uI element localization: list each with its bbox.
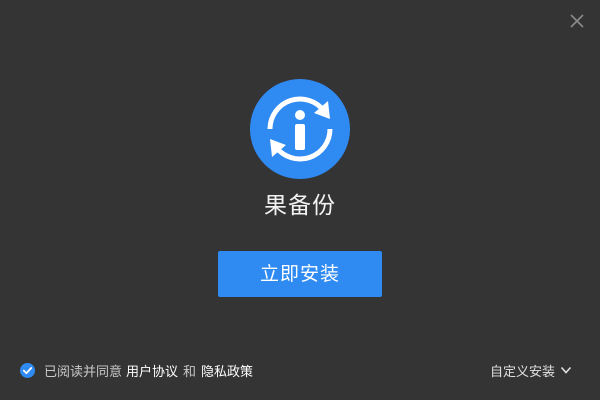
chevron-down-icon xyxy=(560,366,572,374)
close-button[interactable] xyxy=(568,12,586,30)
user-agreement-link[interactable]: 用户协议 xyxy=(126,361,178,380)
close-icon xyxy=(570,14,584,28)
checkmark-icon xyxy=(22,366,33,374)
custom-install-button[interactable]: 自定义安装 xyxy=(490,358,572,382)
custom-install-label: 自定义安装 xyxy=(489,364,555,380)
privacy-policy-link[interactable]: 隐私政策 xyxy=(201,361,253,380)
and-text: 和 xyxy=(183,364,197,380)
agree-checkbox[interactable] xyxy=(20,362,35,378)
agreement-row: 已阅读并同意 用户协议 和 隐私政策 xyxy=(20,358,253,382)
installer-window: 果备份 立即安装 已阅读并同意 用户协议 和 隐私政策 自定义安装 xyxy=(0,0,600,400)
install-now-button[interactable]: 立即安装 xyxy=(218,251,382,297)
info-sync-logo-icon xyxy=(250,79,350,179)
app-name: 果备份 xyxy=(264,193,336,219)
app-logo xyxy=(250,79,350,179)
agree-text: 已阅读并同意 xyxy=(44,364,123,380)
footer: 已阅读并同意 用户协议 和 隐私政策 自定义安装 xyxy=(0,358,600,382)
